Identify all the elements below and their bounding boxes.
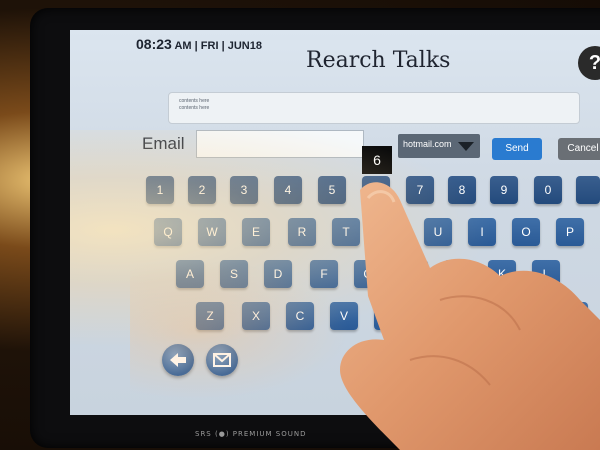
key-t[interactable]: T (332, 218, 360, 246)
key-5[interactable]: 5 (318, 176, 346, 204)
key-i[interactable]: I (468, 218, 496, 246)
status-clock: 08:23 AM | FRI | JUN18 (136, 36, 262, 52)
key-q[interactable]: Q (154, 218, 182, 246)
key-enter[interactable] (552, 302, 588, 330)
clock-ampm: AM (174, 40, 192, 52)
chevron-down-icon (458, 142, 474, 151)
key-l[interactable]: L (532, 260, 560, 288)
key-d[interactable]: D (264, 260, 292, 288)
email-input[interactable] (196, 130, 364, 158)
clock-day: FRI (200, 40, 219, 52)
key-0[interactable]: 0 (534, 176, 562, 204)
key-u[interactable]: U (424, 218, 452, 246)
domain-select-value: hotmail.com (403, 139, 452, 149)
key-k[interactable]: K (488, 260, 516, 288)
key-r[interactable]: R (288, 218, 316, 246)
back-button[interactable] (162, 344, 194, 376)
light-glare (70, 130, 600, 380)
key-w[interactable]: W (198, 218, 226, 246)
cancel-button[interactable]: Cancel (558, 138, 600, 160)
key-b[interactable]: B (374, 302, 402, 330)
key-a[interactable]: A (176, 260, 204, 288)
key-x[interactable]: X (242, 302, 270, 330)
key-v[interactable]: V (330, 302, 358, 330)
contents-line: contents here (179, 105, 210, 111)
contents-box: contents here contents here (168, 92, 580, 124)
key-6[interactable]: 6 (362, 176, 390, 204)
key-o[interactable]: O (512, 218, 540, 246)
key-3[interactable]: 3 (230, 176, 258, 204)
clock-date: JUN18 (227, 40, 262, 52)
help-icon[interactable]: ? (578, 46, 600, 80)
key-c[interactable]: C (286, 302, 314, 330)
email-label: Email (142, 134, 185, 153)
key-p[interactable]: P (556, 218, 584, 246)
page-title: Rearch Talks (306, 48, 451, 73)
domain-select[interactable]: hotmail.com (398, 134, 480, 158)
key-4[interactable]: 4 (274, 176, 302, 204)
key-f[interactable]: F (310, 260, 338, 288)
key-preview-popup: 6 (362, 146, 392, 174)
key-1[interactable]: 1 (146, 176, 174, 204)
key-y[interactable]: Y (378, 218, 406, 246)
key-z[interactable]: Z (196, 302, 224, 330)
key-backspace[interactable] (576, 176, 600, 204)
key-s[interactable]: S (220, 260, 248, 288)
key-h[interactable]: H (400, 260, 428, 288)
photo-frame: SRS (●) PREMIUM SOUND 08:23 AM | FRI | J… (0, 0, 600, 450)
arrow-left-icon (170, 353, 186, 367)
send-button[interactable]: Send (492, 138, 542, 160)
contents-line: contents here (179, 98, 210, 104)
key-e[interactable]: E (242, 218, 270, 246)
key-9[interactable]: 9 (490, 176, 518, 204)
key-8[interactable]: 8 (448, 176, 476, 204)
bezel-logo: SRS (●) PREMIUM SOUND (195, 430, 307, 438)
key-7[interactable]: 7 (406, 176, 434, 204)
mail-button[interactable] (206, 344, 238, 376)
touch-screen: 08:23 AM | FRI | JUN18 Rearch Talks ? co… (70, 30, 600, 415)
key-g[interactable]: G (354, 260, 382, 288)
key-2[interactable]: 2 (188, 176, 216, 204)
clock-time: 08:23 (136, 36, 172, 52)
envelope-icon (213, 353, 231, 367)
key-j[interactable]: J (444, 260, 472, 288)
